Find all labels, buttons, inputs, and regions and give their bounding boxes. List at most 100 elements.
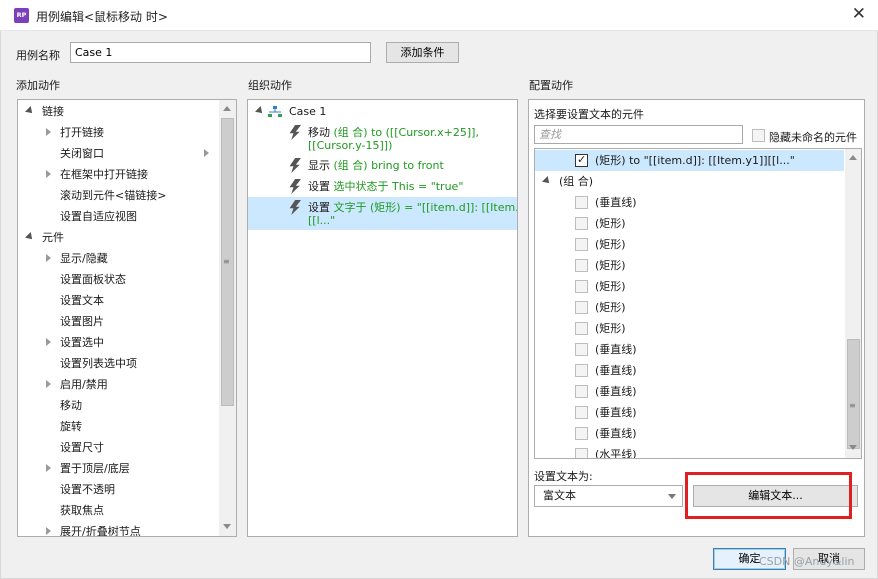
action-item[interactable]: 启用/禁用 bbox=[60, 374, 108, 395]
action-item[interactable]: 设置面板状态 bbox=[60, 269, 126, 290]
scroll-up-icon[interactable] bbox=[849, 155, 857, 160]
widget-checkbox[interactable] bbox=[575, 448, 588, 458]
widget-checkbox[interactable] bbox=[575, 385, 588, 398]
expand-icon[interactable] bbox=[46, 380, 51, 388]
widget-row[interactable]: (垂直线) bbox=[595, 339, 637, 360]
app-icon: RP bbox=[14, 8, 29, 23]
step-detail: bring to front bbox=[371, 159, 444, 172]
organize-action-heading: 组织动作 bbox=[248, 79, 292, 92]
step-verb: 设置 bbox=[308, 180, 330, 193]
widget-checkbox[interactable] bbox=[575, 196, 588, 209]
configure-action-heading: 配置动作 bbox=[529, 79, 573, 92]
expand-icon[interactable] bbox=[46, 464, 51, 472]
widget-row[interactable]: (矩形) bbox=[595, 297, 626, 318]
widget-checkbox[interactable] bbox=[575, 364, 588, 377]
widget-checkbox[interactable] bbox=[575, 280, 588, 293]
widget-row[interactable]: (垂直线) bbox=[595, 192, 637, 213]
grip-icon: ≡ bbox=[223, 257, 230, 266]
scroll-down-icon[interactable] bbox=[849, 445, 857, 450]
collapse-icon[interactable] bbox=[25, 106, 35, 116]
organize-actions-panel: Case 1 移动 (组 合) to ([[Cursor.x+25]], [[Cu… bbox=[247, 99, 518, 537]
close-icon[interactable]: ✕ bbox=[852, 4, 866, 24]
action-item[interactable]: 展开/折叠树节点 bbox=[60, 521, 141, 536]
action-item[interactable]: 置于顶层/底层 bbox=[60, 458, 130, 479]
action-item[interactable]: 旋转 bbox=[60, 416, 82, 437]
action-step[interactable]: 设置 选中状态于 This = "true" bbox=[308, 176, 463, 197]
widget-row[interactable]: (矩形) bbox=[595, 213, 626, 234]
widget-row[interactable]: (矩形) bbox=[595, 318, 626, 339]
step-detail: This = "true" bbox=[392, 180, 464, 193]
watermark: CSDN @Andy&lin bbox=[759, 555, 855, 568]
scroll-thumb[interactable] bbox=[847, 339, 860, 449]
step-detail-continued: [[l..." bbox=[308, 214, 336, 227]
collapse-icon[interactable] bbox=[25, 232, 35, 242]
widget-checkbox[interactable] bbox=[575, 238, 588, 251]
widget-row[interactable]: (垂直线) bbox=[595, 360, 637, 381]
action-item[interactable]: 设置自适应视图 bbox=[60, 206, 137, 227]
action-item[interactable]: 滚动到元件<锚链接> bbox=[60, 185, 166, 206]
widget-checkbox[interactable]: ✓ bbox=[575, 153, 588, 167]
submenu-icon bbox=[204, 149, 209, 157]
window-title: 用例编辑<鼠标移动 时> bbox=[36, 10, 168, 24]
action-item[interactable]: 在框架中打开链接 bbox=[60, 164, 148, 185]
chevron-down-icon bbox=[668, 494, 676, 499]
hide-unnamed-label: 隐藏未命名的元件 bbox=[769, 131, 857, 144]
widget-row[interactable]: (垂直线) bbox=[595, 402, 637, 423]
action-step[interactable]: 设置 文字于 (矩形) = "[[item.d]]: [[Item.y1]] bbox=[308, 197, 517, 218]
action-item[interactable]: 打开链接 bbox=[60, 122, 104, 143]
case-name-input[interactable]: Case 1 bbox=[70, 42, 371, 63]
scroll-up-icon[interactable] bbox=[223, 106, 231, 111]
widget-row[interactable]: (矩形) bbox=[595, 276, 626, 297]
step-target: (组 合) bbox=[333, 159, 368, 172]
widget-row[interactable]: (垂直线) bbox=[595, 381, 637, 402]
case-editor-dialog: 用例名称 Case 1 添加条件 添加动作 组织动作 配置动作 链接 打开链接 关闭… bbox=[0, 31, 878, 579]
scroll-down-icon[interactable] bbox=[223, 524, 231, 529]
action-item[interactable]: 设置列表选中项 bbox=[60, 353, 137, 374]
lightning-icon bbox=[289, 158, 301, 173]
add-condition-button[interactable]: 添加条件 bbox=[386, 42, 459, 63]
tree-group[interactable]: 元件 bbox=[42, 227, 64, 248]
expand-icon[interactable] bbox=[46, 128, 51, 136]
case-label[interactable]: Case 1 bbox=[289, 101, 326, 122]
action-item[interactable]: 设置文本 bbox=[60, 290, 104, 311]
action-item[interactable]: 关闭窗口 bbox=[60, 143, 104, 164]
widget-row[interactable]: (水平线) bbox=[595, 444, 637, 458]
widget-checkbox[interactable] bbox=[575, 217, 588, 230]
widget-checkbox[interactable] bbox=[575, 343, 588, 356]
action-item[interactable]: 设置图片 bbox=[60, 311, 104, 332]
expand-icon[interactable] bbox=[46, 254, 51, 262]
actions-tree-panel: 链接 打开链接 关闭窗口 在框架中打开链接 滚动到元件<锚链接> 设置自适应视图 元件 显示/… bbox=[17, 99, 237, 537]
selected-widget-label: (矩形) to "[[item.d]]: [[Item.y1]][[l..." bbox=[595, 154, 795, 167]
action-item[interactable]: 设置不透明 bbox=[60, 479, 115, 500]
text-type-select[interactable]: 富文本 bbox=[534, 485, 683, 507]
action-item[interactable]: 移动 bbox=[60, 395, 82, 416]
tree-group[interactable]: 链接 bbox=[42, 101, 64, 122]
widget-row[interactable]: (垂直线) bbox=[595, 423, 637, 444]
lightning-icon bbox=[289, 125, 301, 140]
highlight-box bbox=[685, 472, 852, 519]
action-item[interactable]: 获取焦点 bbox=[60, 500, 104, 521]
widget-checkbox[interactable] bbox=[575, 322, 588, 335]
widget-checkbox[interactable] bbox=[575, 259, 588, 272]
action-step[interactable]: 显示 (组 合) bring to front bbox=[308, 155, 444, 176]
widget-group[interactable]: (组 合) bbox=[559, 171, 593, 192]
action-item[interactable]: 设置选中 bbox=[60, 332, 104, 353]
search-input[interactable]: 查找 bbox=[534, 125, 743, 144]
action-item[interactable]: 显示/隐藏 bbox=[60, 248, 108, 269]
widget-checkbox[interactable] bbox=[575, 406, 588, 419]
widget-checkbox[interactable] bbox=[575, 301, 588, 314]
expand-icon[interactable] bbox=[46, 170, 51, 178]
hide-unnamed-checkbox[interactable] bbox=[752, 129, 765, 142]
expand-icon[interactable] bbox=[46, 338, 51, 346]
widget-scrollbar[interactable]: ≡ bbox=[845, 149, 861, 458]
lightning-icon bbox=[289, 179, 301, 194]
expand-icon[interactable] bbox=[46, 527, 51, 535]
collapse-icon[interactable] bbox=[255, 106, 265, 116]
widget-row[interactable]: (矩形) bbox=[595, 255, 626, 276]
case-name-label: 用例名称 bbox=[16, 49, 60, 62]
action-item[interactable]: 设置尺寸 bbox=[60, 437, 104, 458]
widget-checkbox[interactable] bbox=[575, 427, 588, 440]
collapse-icon[interactable] bbox=[542, 176, 552, 186]
widget-row[interactable]: (矩形) bbox=[595, 234, 626, 255]
actions-scrollbar[interactable]: ≡ bbox=[219, 100, 236, 536]
